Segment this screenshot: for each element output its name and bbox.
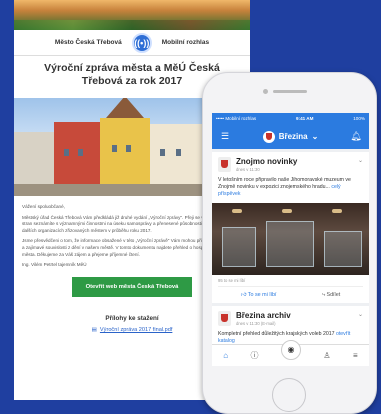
town-crest-icon <box>218 311 231 326</box>
camera-icon[interactable]: ◉ <box>280 339 301 360</box>
radio-logo-icon: ((•)) <box>131 32 152 53</box>
pdf-file-icon: ▤ <box>91 326 97 333</box>
menu-icon[interactable]: ≡ <box>353 351 358 360</box>
location-selector[interactable]: Březina ⌄ <box>262 130 319 143</box>
sliders-icon[interactable]: ☰ <box>219 131 231 142</box>
home-button[interactable] <box>272 378 306 412</box>
like-label: To se mi líbí <box>247 292 277 298</box>
clock: 9:41 AM <box>296 116 314 121</box>
post-title: Znojmo novinky <box>236 157 298 166</box>
post-meta: dnes v 11:30 (E-mail) <box>236 321 276 326</box>
status-bar: ••••• Mobilní rozhlas 9:41 AM 100% <box>212 113 369 124</box>
post-text: Kompletní přehled důležitých krajských v… <box>218 331 335 337</box>
share-button[interactable]: ⤷ Sdílet <box>322 292 340 299</box>
post-title: Březina archiv <box>236 311 291 320</box>
open-city-web-button[interactable]: Otevřít web města Česká Třebová <box>72 276 192 297</box>
museum-photo <box>212 203 369 275</box>
location-name: Březina <box>278 132 308 141</box>
share-label: Sdílet <box>326 291 341 298</box>
chevron-down-icon[interactable]: ⌄ <box>358 157 363 164</box>
town-crest-icon <box>218 157 231 172</box>
phone-screen: ••••• Mobilní rozhlas 9:41 AM 100% ☰ Bře… <box>212 113 369 366</box>
chevron-down-icon[interactable]: ⌄ <box>358 311 363 318</box>
town-crest-icon <box>262 130 275 143</box>
like-button[interactable]: 👍︎ To se mi líbí <box>241 292 277 298</box>
header-landscape-image <box>14 0 250 30</box>
post-actions: 👍︎ To se mi líbí ⤷ Sdílet <box>218 286 363 303</box>
battery: 100% <box>353 116 365 121</box>
bottom-tab-bar: ⌂ ⓘ ◉ ♙ ≡ <box>212 339 369 366</box>
brand-left: Město Česká Třebová <box>54 39 122 46</box>
app-header: ••••• Mobilní rozhlas 9:41 AM 100% ☰ Bře… <box>212 113 369 149</box>
home-icon[interactable]: ⌂ <box>223 351 228 360</box>
phone-mockup: ••••• Mobilní rozhlas 9:41 AM 100% ☰ Bře… <box>202 72 377 414</box>
info-icon[interactable]: ⓘ <box>251 350 259 361</box>
person-icon[interactable]: ♙ <box>323 351 330 360</box>
brand-right: Mobilní rozhlas <box>161 39 210 46</box>
bell-icon[interactable]: 🔔︎ <box>350 131 362 142</box>
chevron-down-icon: ⌄ <box>311 132 319 141</box>
post-meta: dnes v 11:30 <box>236 167 260 172</box>
front-camera <box>263 89 268 94</box>
feed-post[interactable]: Znojmo novinky dnes v 11:30 ⌄ V letošním… <box>212 152 369 303</box>
speaker-grille <box>273 90 307 93</box>
brand-bar: Město Česká Třebová ((•)) Mobilní rozhla… <box>14 30 250 56</box>
post-body: V letošním roce připravilo naše Jihomora… <box>218 177 363 198</box>
attachment-name: Výroční zpráva 2017 final.pdf <box>99 326 173 333</box>
carrier: ••••• Mobilní rozhlas <box>216 116 257 121</box>
post-stats: 95 to se mi líbí <box>218 278 246 283</box>
